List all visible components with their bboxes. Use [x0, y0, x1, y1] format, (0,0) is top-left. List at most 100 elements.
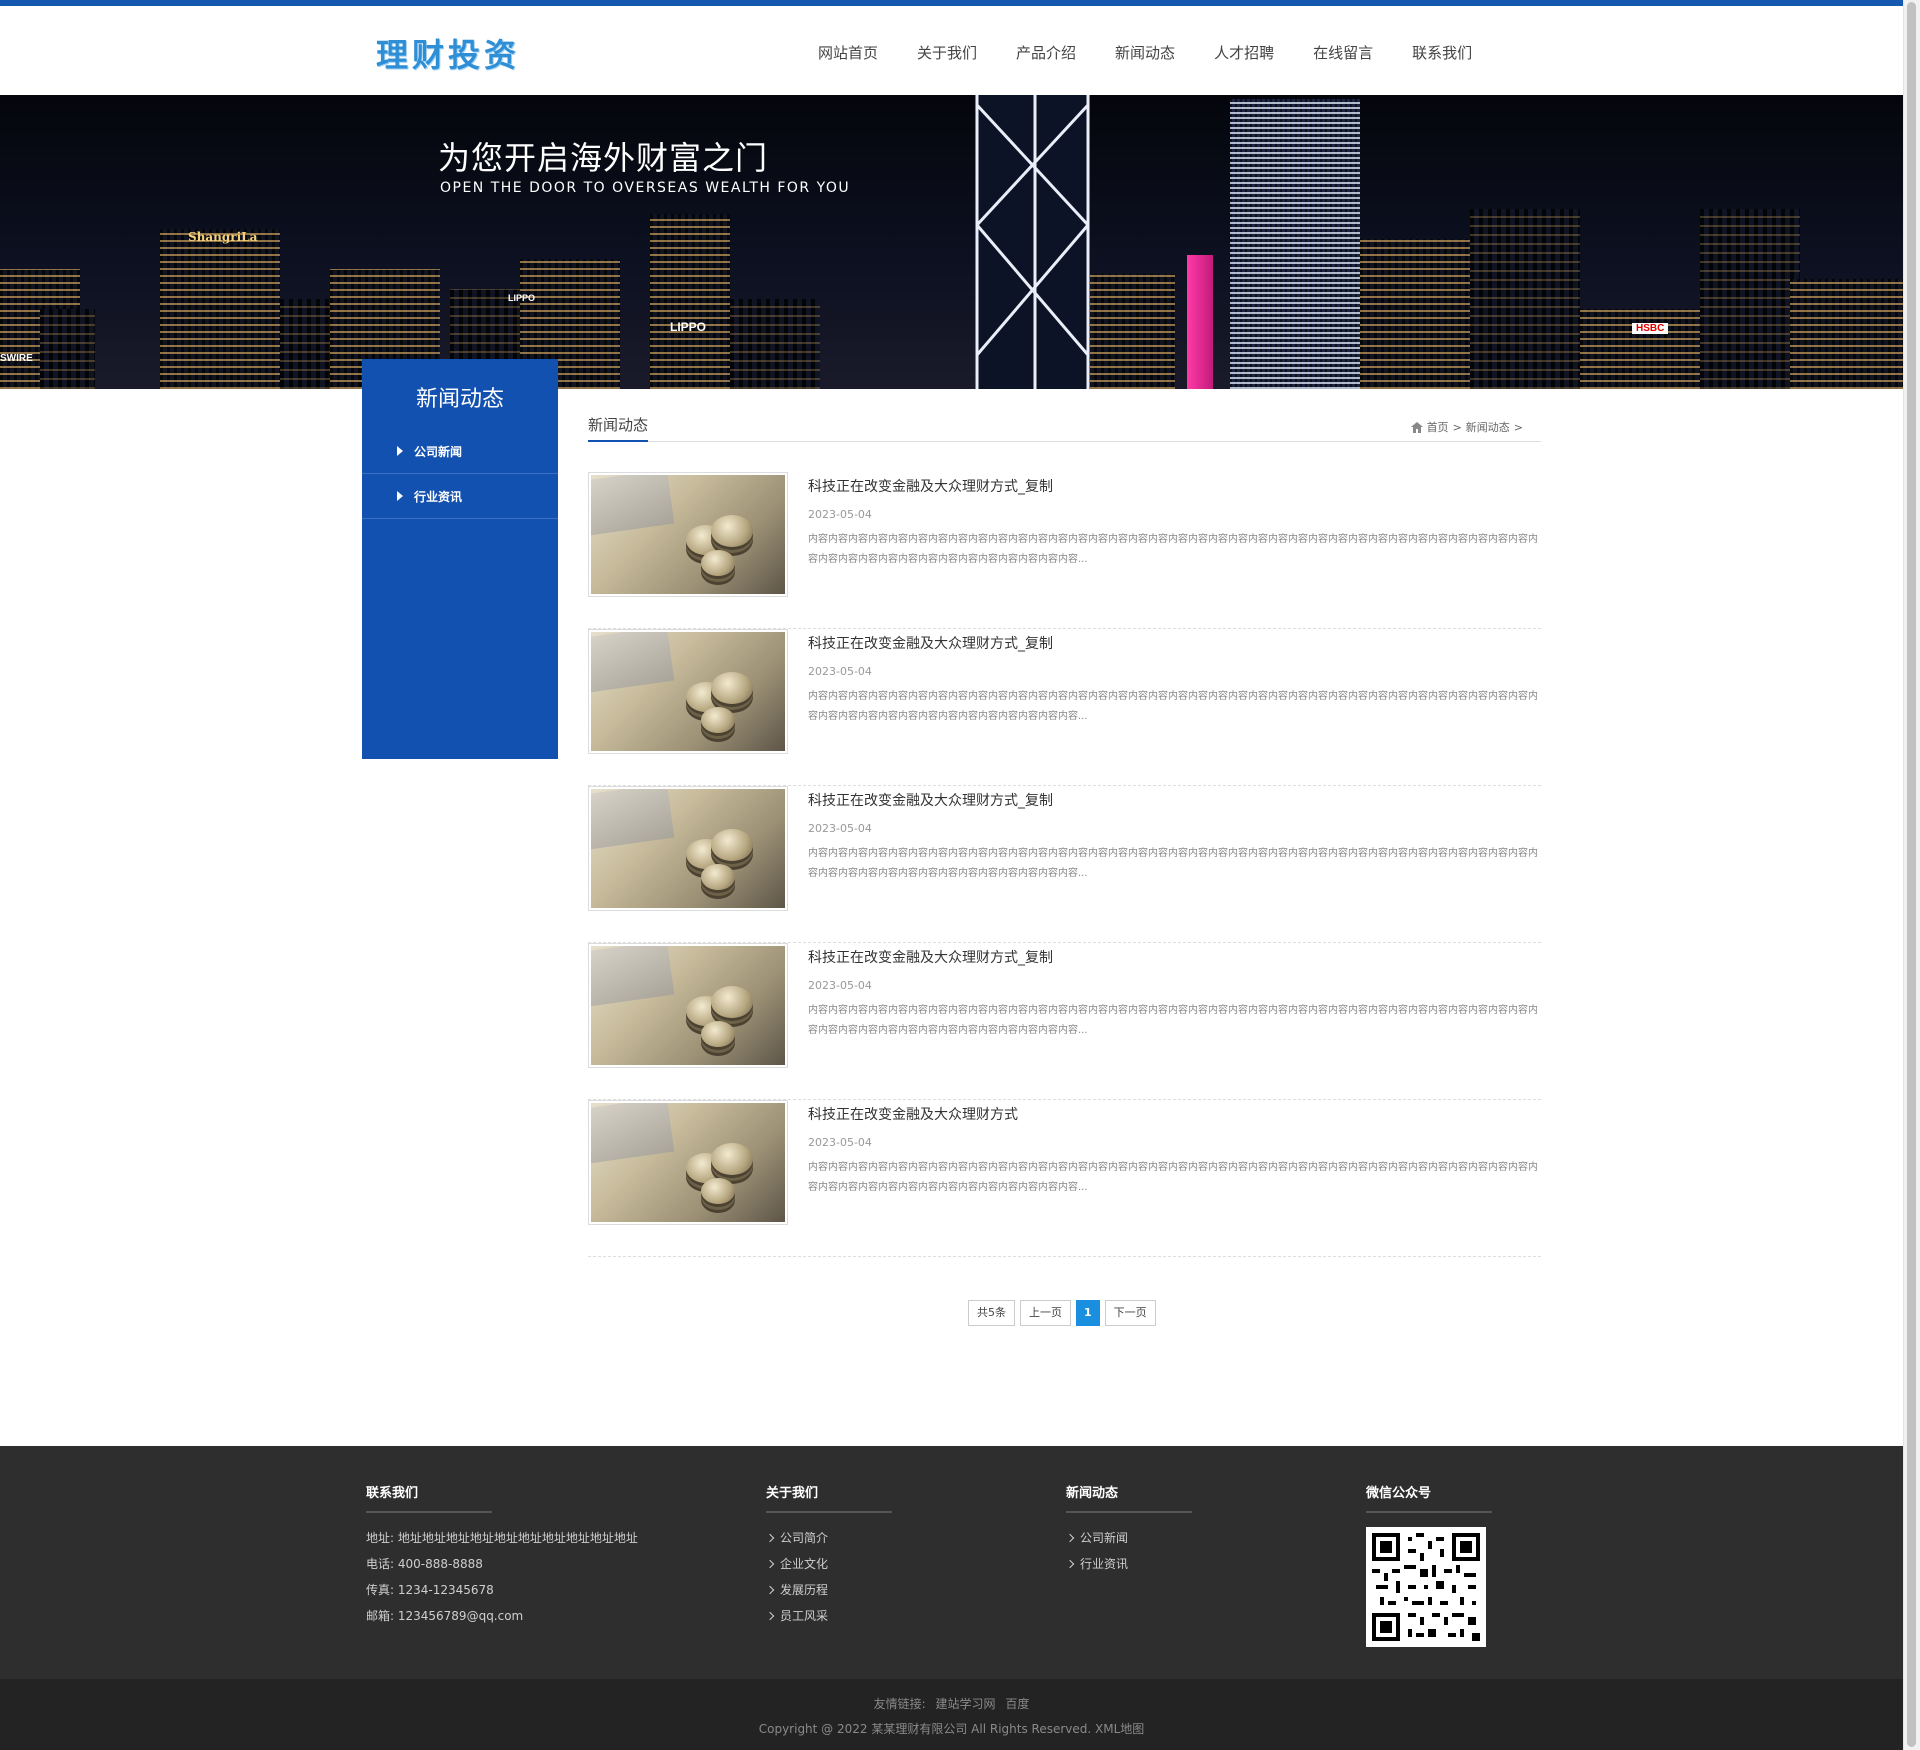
news-list-item: 科技正在改变金融及大众理财方式_复制 2023-05-04 内容内容内容内容内容… — [588, 786, 1541, 943]
friend-links-label: 友情链接: — [873, 1697, 926, 1711]
pagination-next-button[interactable]: 下一页 — [1104, 1300, 1156, 1326]
skyline-building — [1230, 99, 1360, 389]
footer-news: 新闻动态 公司新闻 行业资讯 — [1065, 1482, 1192, 1577]
news-list-item: 科技正在改变金融及大众理财方式_复制 2023-05-04 内容内容内容内容内容… — [588, 629, 1541, 786]
news-date: 2023-05-04 — [808, 665, 872, 678]
sidebar: 新闻动态 公司新闻 行业资讯 — [362, 359, 558, 759]
news-list-item: 科技正在改变金融及大众理财方式_复制 2023-05-04 内容内容内容内容内容… — [588, 943, 1541, 1100]
footer-email: 邮箱: 123456789@qq.com — [366, 1609, 524, 1623]
vertical-scrollbar[interactable] — [1903, 0, 1920, 1750]
footer-wechat: 微信公众号 — [1366, 1482, 1492, 1647]
skyline-building — [1700, 209, 1800, 389]
footer-fax: 传真: 1234-12345678 — [366, 1583, 494, 1597]
banner-subtitle: OPEN THE DOOR TO OVERSEAS WEALTH FOR YOU — [440, 180, 851, 196]
scrollbar-thumb[interactable] — [1907, 2, 1916, 1747]
nav-item-home[interactable]: 网站首页 — [818, 42, 878, 63]
footer-about: 关于我们 公司简介 企业文化 发展历程 员工风采 — [765, 1482, 892, 1629]
sidebar-item-label: 公司新闻 — [414, 445, 463, 459]
neon-tower — [1187, 255, 1213, 389]
footer-link-company-news[interactable]: 公司新闻 — [1065, 1525, 1192, 1551]
news-thumbnail[interactable] — [588, 472, 788, 597]
chevron-right-icon — [1065, 1559, 1075, 1569]
pagination-page-1[interactable]: 1 — [1076, 1300, 1100, 1326]
sign-lippo-2: LIPPO — [670, 320, 707, 334]
friend-link-jianzhan[interactable]: 建站学习网 — [936, 1697, 996, 1711]
wechat-qr-code-icon — [1366, 1527, 1486, 1647]
skyline-building — [160, 229, 280, 389]
news-summary: 内容内容内容内容内容内容内容内容内容内容内容内容内容内容内容内容内容内容内容内容… — [808, 1005, 1538, 1036]
news-thumbnail[interactable] — [588, 786, 788, 911]
caret-right-icon — [397, 446, 403, 456]
home-icon — [1410, 421, 1423, 433]
footer-link-culture[interactable]: 企业文化 — [765, 1551, 892, 1577]
news-thumbnail[interactable] — [588, 629, 788, 754]
breadcrumb-current[interactable]: 新闻动态 — [1466, 419, 1510, 435]
skyline-tower-icon — [975, 95, 1090, 389]
skyline-building — [40, 309, 95, 389]
news-thumbnail[interactable] — [588, 943, 788, 1068]
chevron-right-icon — [765, 1559, 775, 1569]
footer-heading: 联系我们 — [366, 1482, 492, 1513]
nav-item-news[interactable]: 新闻动态 — [1115, 42, 1175, 63]
skyline-building — [730, 299, 820, 389]
skyline-building — [1470, 209, 1580, 389]
news-summary: 内容内容内容内容内容内容内容内容内容内容内容内容内容内容内容内容内容内容内容内容… — [808, 848, 1538, 879]
nav-item-careers[interactable]: 人才招聘 — [1214, 42, 1274, 63]
footer-address: 地址: 地址地址地址地址地址地址地址地址地址地址 — [366, 1531, 638, 1545]
chevron-right-icon — [765, 1611, 775, 1621]
footer-link-company-profile[interactable]: 公司简介 — [765, 1525, 892, 1551]
friend-links: 友情链接: 建站学习网 百度 — [0, 1695, 1903, 1712]
sign-lippo: LIPPO — [508, 293, 536, 303]
breadcrumb-separator: > — [1452, 420, 1462, 434]
sidebar-item-label: 行业资讯 — [414, 490, 463, 504]
footer-link-staff[interactable]: 员工风采 — [765, 1603, 892, 1629]
chevron-right-icon — [1065, 1533, 1075, 1543]
skyline-building — [1790, 279, 1903, 389]
footer-link-industry-news[interactable]: 行业资讯 — [1065, 1551, 1192, 1577]
chevron-right-icon — [765, 1585, 775, 1595]
news-title[interactable]: 科技正在改变金融及大众理财方式_复制 — [808, 790, 1053, 810]
news-list-item: 科技正在改变金融及大众理财方式 2023-05-04 内容内容内容内容内容内容内… — [588, 1100, 1541, 1257]
footer-heading: 新闻动态 — [1066, 1482, 1192, 1513]
pagination: 共5条 上一页 1 下一页 — [968, 1300, 1161, 1326]
skyline-building — [1580, 309, 1710, 389]
friend-link-baidu[interactable]: 百度 — [1005, 1697, 1029, 1711]
breadcrumb-home[interactable]: 首页 — [1427, 419, 1449, 435]
news-date: 2023-05-04 — [808, 508, 872, 521]
sidebar-item-company-news[interactable]: 公司新闻 — [362, 429, 558, 474]
news-list-item: 科技正在改变金融及大众理财方式_复制 2023-05-04 内容内容内容内容内容… — [588, 472, 1541, 629]
skyline-building — [1360, 239, 1470, 389]
sidebar-title: 新闻动态 — [415, 387, 504, 412]
news-title[interactable]: 科技正在改变金融及大众理财方式_复制 — [808, 633, 1053, 653]
main-nav: 网站首页 关于我们 产品介绍 新闻动态 人才招聘 在线留言 联系我们 — [818, 42, 1472, 63]
nav-item-message[interactable]: 在线留言 — [1313, 42, 1373, 63]
news-title[interactable]: 科技正在改变金融及大众理财方式 — [808, 1104, 1018, 1124]
nav-item-contact[interactable]: 联系我们 — [1412, 42, 1472, 63]
sign-shangrila: ShangriLa — [188, 230, 258, 244]
sign-hsbc: HSBC — [1632, 323, 1669, 334]
news-date: 2023-05-04 — [808, 1136, 872, 1149]
pagination-prev-button[interactable]: 上一页 — [1020, 1300, 1071, 1326]
footer-heading: 微信公众号 — [1366, 1482, 1492, 1513]
footer-phone: 电话: 400-888-8888 — [366, 1557, 483, 1571]
news-thumbnail[interactable] — [588, 1100, 788, 1225]
news-title[interactable]: 科技正在改变金融及大众理财方式_复制 — [808, 476, 1053, 496]
site-header: 理财投资 网站首页 关于我们 产品介绍 新闻动态 人才招聘 在线留言 联系我们 — [0, 6, 1903, 95]
news-summary: 内容内容内容内容内容内容内容内容内容内容内容内容内容内容内容内容内容内容内容内容… — [808, 534, 1538, 565]
footer-link-history[interactable]: 发展历程 — [765, 1577, 892, 1603]
site-logo[interactable]: 理财投资 — [376, 30, 520, 76]
nav-item-products[interactable]: 产品介绍 — [1016, 42, 1076, 63]
content-header: 新闻动态 首页 > 新闻动态 > — [588, 414, 1541, 442]
skyline-building — [650, 214, 730, 389]
site-footer: 联系我们 地址: 地址地址地址地址地址地址地址地址地址地址 电话: 400-88… — [0, 1446, 1903, 1679]
news-title[interactable]: 科技正在改变金融及大众理财方式_复制 — [808, 947, 1053, 967]
footer-heading: 关于我们 — [766, 1482, 892, 1513]
sign-swire: SWIRE — [0, 353, 33, 364]
breadcrumb-separator: > — [1513, 420, 1523, 434]
sidebar-item-industry-news[interactable]: 行业资讯 — [362, 474, 558, 519]
nav-item-about[interactable]: 关于我们 — [917, 42, 977, 63]
bottom-bar: 友情链接: 建站学习网 百度 Copyright @ 2022 某某理财有限公司… — [0, 1679, 1903, 1750]
pagination-total: 共5条 — [968, 1300, 1015, 1326]
hero-banner: ShangriLa LIPPO LIPPO HSBC SWIRE 为您开启海外财… — [0, 95, 1903, 389]
content-title: 新闻动态 — [588, 414, 649, 442]
